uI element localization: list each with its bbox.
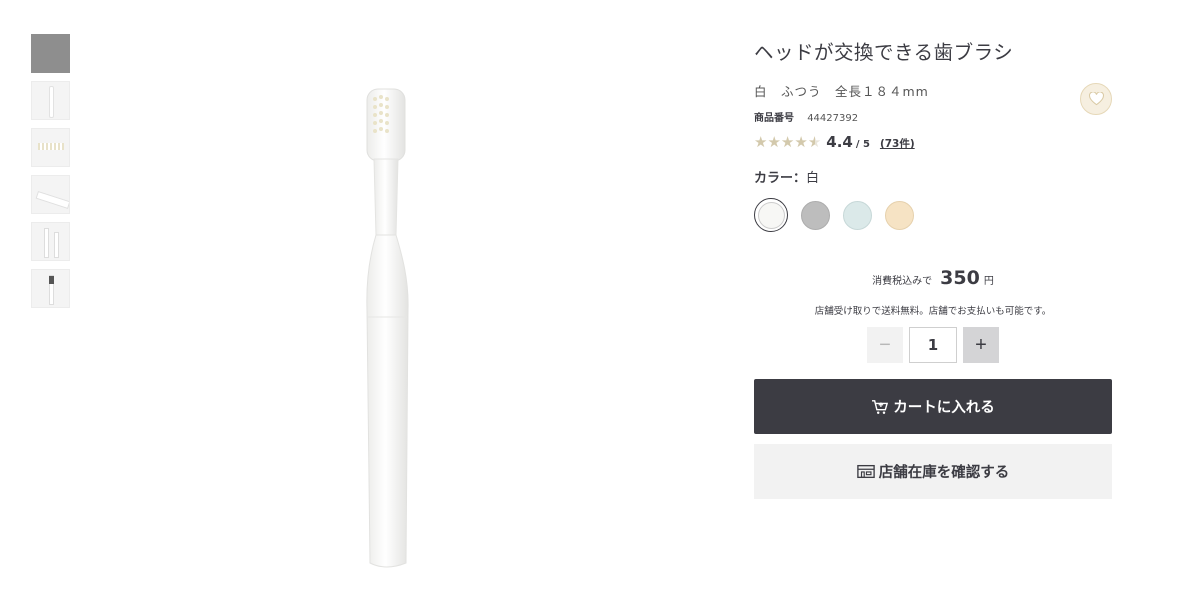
thumbnail-1[interactable] (31, 34, 70, 73)
shipping-note: 店舗受け取りで送料無料。店舗でお支払いも可能です。 (814, 306, 1052, 317)
add-to-cart-label: カートに入れる (893, 400, 995, 416)
add-to-cart-button[interactable]: カートに入れる (754, 379, 1112, 434)
color-swatches (754, 198, 1112, 232)
thumbnail-2[interactable] (31, 81, 70, 120)
thumbnail-head-image (49, 275, 54, 305)
item-number: 商品番号 44427392 (754, 109, 1112, 124)
review-count-link[interactable]: (73件) (880, 136, 915, 151)
swatch-white-fill (757, 201, 785, 229)
item-number-label: 商品番号 (754, 113, 794, 124)
product-spec: 白 ふつう 全長１８４mm (754, 84, 929, 99)
quantity-stepper: − 1 + (867, 327, 999, 363)
color-value: 白 (806, 171, 820, 186)
item-number-value: 44427392 (807, 113, 859, 124)
thumbnail-list (31, 34, 70, 316)
quantity-plus-button[interactable]: + (963, 327, 999, 363)
product-title: ヘッドが交換できる歯ブラシ (754, 41, 1014, 64)
check-store-stock-button[interactable]: 店舗在庫を確認する (754, 444, 1112, 499)
swatch-white[interactable] (754, 198, 788, 232)
store-icon (856, 464, 875, 479)
product-image (330, 85, 440, 575)
thumbnail-angle-image (35, 190, 69, 210)
color-label-prefix: カラー： (754, 171, 807, 186)
price-unit: 円 (983, 276, 994, 287)
rating: ★★★★★ 4.4 / 5 (73件) (754, 133, 1112, 151)
price: 消費税込みで 350 円 (754, 267, 1112, 289)
thumbnail-4[interactable] (31, 175, 70, 214)
color-label: カラー：白 (754, 167, 1112, 186)
check-store-stock-label: 店舗在庫を確認する (878, 465, 1010, 481)
thumbnail-brush-image (49, 86, 54, 118)
swatch-beige[interactable] (885, 200, 914, 230)
thumbnail-3[interactable] (31, 128, 70, 167)
thumbnail-pair-image-2 (54, 232, 59, 258)
swatch-light-blue[interactable] (843, 200, 872, 230)
quantity-input[interactable]: 1 (909, 327, 957, 363)
price-amount: 350 (940, 267, 980, 289)
rating-stars-icon: ★★★★★ (754, 133, 822, 151)
swatch-gray[interactable] (801, 200, 830, 230)
thumbnail-pair-image (44, 228, 49, 258)
price-prefix: 消費税込みで (872, 276, 933, 287)
thumbnail-bristle-image (38, 143, 64, 150)
rating-score: 4.4 (826, 133, 853, 151)
thumbnail-6[interactable] (31, 269, 70, 308)
thumbnail-5[interactable] (31, 222, 70, 261)
cart-icon (872, 399, 889, 414)
rating-max: / 5 (855, 139, 870, 150)
product-info: ヘッドが交換できる歯ブラシ 白 ふつう 全長１８４mm 商品番号 4442739… (754, 36, 1112, 232)
quantity-minus-button[interactable]: − (867, 327, 903, 363)
